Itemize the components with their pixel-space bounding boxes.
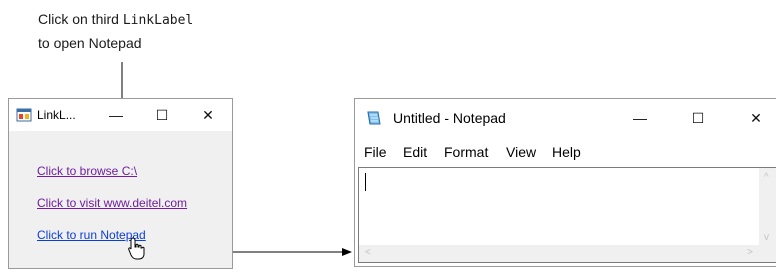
menu-view[interactable]: View xyxy=(506,141,536,163)
link-browse-c[interactable]: Click to browse C:\ xyxy=(37,163,137,179)
menu-format[interactable]: Format xyxy=(444,141,488,163)
scroll-down-arrow-icon[interactable]: v xyxy=(764,232,769,243)
menu-file[interactable]: File xyxy=(364,141,387,163)
linklabel-window-title: LinkL... xyxy=(37,108,76,122)
menu-help[interactable]: Help xyxy=(552,141,581,163)
minimize-button[interactable]: — xyxy=(93,99,139,131)
link-visit-deitel[interactable]: Click to visit www.deitel.com xyxy=(37,195,187,211)
notepad-window-title: Untitled - Notepad xyxy=(393,110,506,126)
text-editor-area[interactable]: ^ v < > xyxy=(358,167,776,263)
close-button[interactable]: ✕ xyxy=(185,99,231,131)
vertical-scrollbar[interactable]: ^ v xyxy=(759,168,776,245)
maximize-button[interactable]: ☐ xyxy=(139,99,185,131)
menu-edit[interactable]: Edit xyxy=(403,141,427,163)
horizontal-scrollbar[interactable]: < > xyxy=(359,245,759,262)
text-caret xyxy=(365,173,366,191)
scroll-up-arrow-icon[interactable]: ^ xyxy=(764,172,769,183)
notepad-window: Untitled - Notepad — ☐ ✕ File Edit Forma… xyxy=(354,98,776,267)
menu-bar: File Edit Format View Help xyxy=(355,141,776,163)
resize-grip[interactable] xyxy=(759,245,776,262)
scroll-left-arrow-icon[interactable]: < xyxy=(365,247,371,258)
winforms-app-icon xyxy=(16,108,32,122)
linklabel-titlebar[interactable]: LinkL... — ☐ ✕ xyxy=(9,99,232,131)
maximize-button[interactable]: ☐ xyxy=(675,102,721,134)
hand-cursor-icon xyxy=(128,237,145,260)
scroll-right-arrow-icon[interactable]: > xyxy=(747,247,753,258)
notepad-titlebar[interactable]: Untitled - Notepad — ☐ ✕ xyxy=(355,99,776,137)
notepad-app-icon xyxy=(367,111,381,125)
close-button[interactable]: ✕ xyxy=(733,102,776,134)
minimize-button[interactable]: — xyxy=(617,102,663,134)
linklabel-window: LinkL... — ☐ ✕ Click to browse C:\ Click… xyxy=(8,98,233,269)
